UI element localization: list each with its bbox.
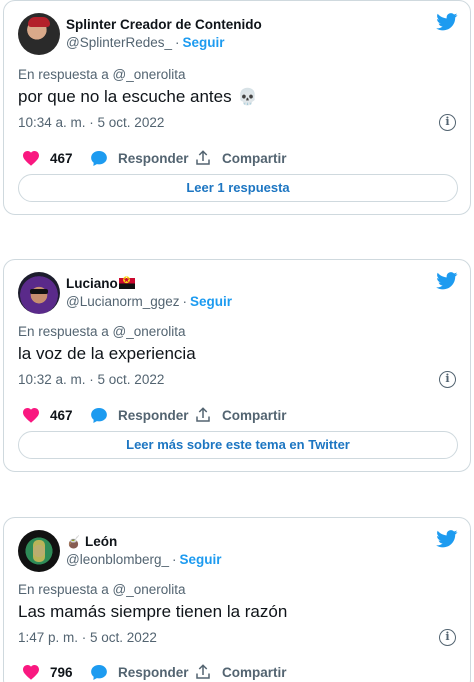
share-icon [196,407,210,422]
twitter-bird-icon[interactable] [436,13,458,31]
avatar[interactable] [18,13,60,55]
reply-label: Responder [118,664,189,680]
reply-label: Responder [118,407,189,423]
twitter-bird-icon[interactable] [436,272,458,290]
action-bar: 467 Responder Compartir [18,404,458,426]
tweet-card[interactable]: 🧉 León @leonblomberg_ · Seguir En respuesta… [3,517,471,682]
display-name: Luciano [66,276,118,291]
reply-label: Responder [118,150,189,166]
mate-emoji: 🧉 [66,535,81,549]
share-label: Compartir [222,407,287,423]
info-icon[interactable]: i [439,629,456,646]
read-replies-button[interactable]: Leer 1 respuesta [18,174,458,202]
avatar[interactable] [18,530,60,572]
tweet-text: la voz de la experiencia [18,344,196,363]
share-button[interactable]: Compartir [194,147,287,169]
share-label: Compartir [222,664,287,680]
share-button[interactable]: Compartir [194,661,287,682]
reply-to-label: En respuesta a @_onerolita [18,324,186,339]
user-handle[interactable]: @SplinterRedes_ [66,35,172,50]
display-name-line[interactable]: Luciano [66,275,135,291]
separator-dot: · [175,35,180,50]
tweet-header: Splinter Creador de Contenido @SplinterR… [18,13,458,57]
share-icon [196,150,210,165]
handle-line: @leonblomberg_ · Seguir [66,552,222,567]
reply-button[interactable]: Responder [90,661,189,682]
action-bar: 796 Responder Compartir [18,661,458,682]
heart-icon [23,407,39,423]
tweet-text-content: por que no la escuche antes [18,87,232,106]
like-count: 467 [50,407,73,423]
reply-button[interactable]: Responder [90,147,189,169]
like-button[interactable]: 467 [22,404,73,426]
handle-line: @SplinterRedes_ · Seguir [66,35,225,50]
handle-line: @Lucianorm_ggez · Seguir [66,294,232,309]
tweet-card[interactable]: Splinter Creador de Contenido @SplinterR… [3,0,471,215]
tweet-timestamp[interactable]: 10:34 a. m. · 5 oct. 2022 [18,115,164,130]
tweet-text: por que no la escuche antes 💀 [18,87,258,107]
separator-dot: · [182,294,188,309]
action-bar: 467 Responder Compartir [18,147,458,169]
tweet-card[interactable]: Luciano @Lucianorm_ggez·Seguir En respue… [3,259,471,472]
tweet-header: Luciano @Lucianorm_ggez·Seguir [18,272,458,316]
follow-button[interactable]: Seguir [180,552,222,567]
follow-button[interactable]: Seguir [183,35,225,50]
reply-to-label: En respuesta a @_onerolita [18,582,186,597]
read-more-button[interactable]: Leer más sobre este tema en Twitter [18,431,458,459]
skull-emoji: 💀 [237,89,258,106]
avatar[interactable] [18,272,60,314]
tweet-header: 🧉 León @leonblomberg_ · Seguir [18,530,458,574]
share-label: Compartir [222,150,287,166]
heart-icon [23,150,39,166]
share-button[interactable]: Compartir [194,404,287,426]
follow-button[interactable]: Seguir [190,294,232,309]
speech-bubble-icon [91,150,107,166]
reply-button[interactable]: Responder [90,404,189,426]
heart-icon [23,664,39,680]
display-name[interactable]: Splinter Creador de Contenido [66,17,262,32]
like-button[interactable]: 796 [22,661,73,682]
angola-flag-icon [118,275,135,289]
speech-bubble-icon [91,407,107,423]
share-icon [196,664,210,679]
display-name-line[interactable]: 🧉 León [66,534,117,549]
reply-to-label: En respuesta a @_onerolita [18,67,186,82]
display-name: León [84,534,118,549]
user-handle[interactable]: @Lucianorm_ggez [66,294,180,309]
user-handle[interactable]: @leonblomberg_ [66,552,169,567]
info-icon[interactable]: i [439,371,456,388]
twitter-bird-icon[interactable] [436,530,458,548]
like-count: 796 [50,664,73,680]
like-button[interactable]: 467 [22,147,73,169]
separator-dot: · [172,552,177,567]
info-icon[interactable]: i [439,114,456,131]
tweet-timestamp[interactable]: 10:32 a. m. · 5 oct. 2022 [18,372,164,387]
tweet-timestamp[interactable]: 1:47 p. m. · 5 oct. 2022 [18,630,157,645]
speech-bubble-icon [91,664,107,680]
tweet-text: Las mamás siempre tienen la razón [18,602,288,621]
like-count: 467 [50,150,73,166]
